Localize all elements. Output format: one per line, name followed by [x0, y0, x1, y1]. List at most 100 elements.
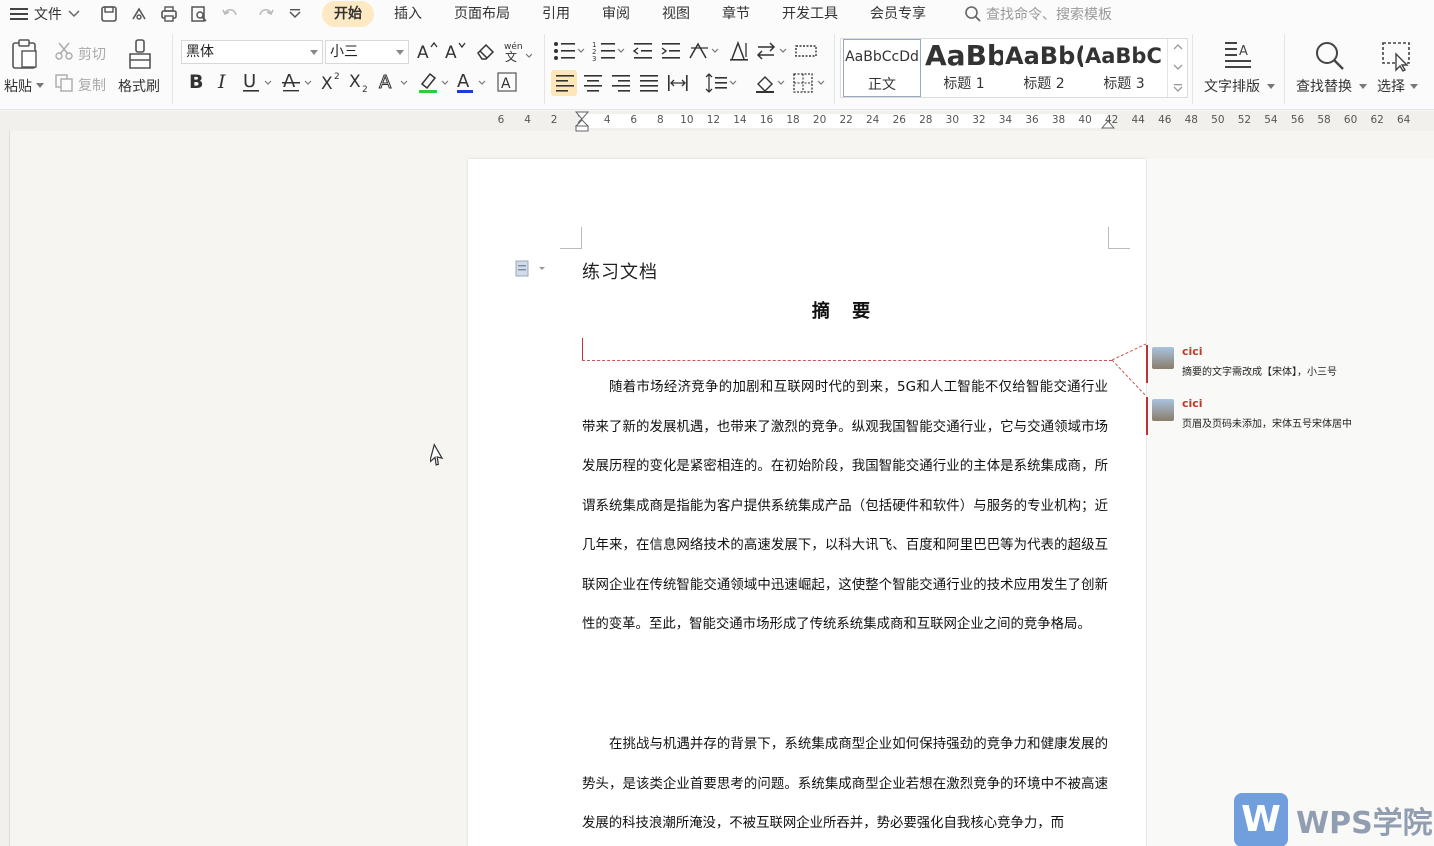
customize-qa-icon[interactable]: [288, 5, 302, 23]
borders-icon[interactable]: [792, 72, 828, 94]
font-color-icon[interactable]: A: [456, 70, 490, 94]
tab-developer[interactable]: 开发工具: [770, 1, 850, 27]
select-dropdown-icon[interactable]: [1410, 84, 1418, 90]
text-layout-dropdown-icon[interactable]: [1267, 84, 1275, 90]
subscript-icon[interactable]: X2: [348, 70, 374, 94]
svg-text:A: A: [501, 76, 511, 92]
horizontal-ruler[interactable]: 6 4 2 2 4 6 8 10 12 14 16 18 20 22 24 26 28 30 32 34 36 38 40 4…: [0, 111, 1434, 133]
sort-icon[interactable]: [728, 40, 750, 62]
ruler-number: 8: [656, 114, 664, 126]
find-replace-button[interactable]: 查找替换: [1296, 76, 1352, 96]
left-indent-marker[interactable]: [575, 111, 589, 133]
undo-icon[interactable]: [220, 5, 242, 23]
command-search[interactable]: 查找命令、搜索模板: [964, 4, 1112, 24]
shading-icon[interactable]: [754, 72, 788, 94]
style-heading-3[interactable]: AaBbC( 标题 3: [1085, 39, 1163, 97]
select-button[interactable]: 选择: [1377, 76, 1405, 96]
text-layout-button[interactable]: 文字排版: [1204, 76, 1260, 96]
tab-view[interactable]: 视图: [650, 1, 702, 27]
tab-page-layout[interactable]: 页面布局: [442, 1, 522, 27]
copy-button[interactable]: 复制: [78, 75, 106, 95]
underline-icon[interactable]: U: [242, 70, 274, 94]
paste-dropdown-icon[interactable]: [36, 83, 44, 89]
decrease-indent-icon[interactable]: [632, 40, 654, 62]
increase-indent-icon[interactable]: [660, 40, 682, 62]
find-replace-dropdown-icon[interactable]: [1359, 84, 1367, 90]
comment-1[interactable]: cici 摘要的文字需改成【宋体】，小三号: [1146, 345, 1434, 385]
align-left-icon[interactable]: [554, 72, 576, 94]
select-icon[interactable]: [1380, 40, 1412, 72]
font-size-select[interactable]: 小三: [325, 40, 409, 64]
table-line-icon[interactable]: [794, 40, 818, 62]
comment-pane: [1146, 159, 1434, 846]
comment-2[interactable]: cici 页眉及页码未添加，宋体五号宋体居中: [1146, 397, 1434, 437]
line-spacing-icon[interactable]: [704, 72, 738, 94]
decrease-font-icon[interactable]: A: [444, 41, 466, 61]
justify-icon[interactable]: [638, 72, 660, 94]
superscript-icon[interactable]: X2: [320, 70, 346, 94]
print-preview-icon[interactable]: [190, 5, 208, 23]
document-page[interactable]: 练习文档 摘 要 随着市场经济竞争的加剧和互联网时代的到来，5G和人工智能不仅给…: [468, 159, 1146, 846]
tab-insert[interactable]: 插入: [382, 1, 434, 27]
abstract-paragraph-1[interactable]: 随着市场经济竞争的加剧和互联网时代的到来，5G和人工智能不仅给智能交通行业带来了…: [582, 368, 1108, 645]
find-replace-icon[interactable]: [1314, 40, 1346, 72]
tab-references[interactable]: 引用: [530, 1, 582, 27]
document-outline-icon[interactable]: [515, 260, 549, 278]
ruler-number: 38: [1051, 114, 1066, 126]
tab-home[interactable]: 开始: [322, 1, 374, 27]
tab-chapter[interactable]: 章节: [710, 1, 762, 27]
ruler-number: 46: [1158, 114, 1172, 126]
gallery-expand-icon[interactable]: [1173, 83, 1183, 93]
save-icon[interactable]: [100, 5, 118, 23]
comment-author: cici: [1182, 345, 1203, 358]
highlight-icon[interactable]: [418, 70, 452, 94]
ruler-number: 4: [524, 114, 531, 126]
paste-button[interactable]: 粘贴: [4, 76, 32, 96]
text-effect-icon[interactable]: A: [378, 70, 412, 94]
ruler-number: 36: [1025, 114, 1039, 126]
right-indent-marker[interactable]: [1101, 114, 1115, 130]
distributed-align-icon[interactable]: [666, 72, 690, 94]
tab-review[interactable]: 审阅: [590, 1, 642, 27]
style-heading-2[interactable]: AaBb( 标题 2: [1005, 39, 1083, 97]
bullet-list-icon[interactable]: [552, 40, 586, 62]
styles-scroll[interactable]: [1167, 39, 1187, 97]
vertical-ruler[interactable]: [0, 131, 10, 846]
ruler-number: 16: [759, 114, 774, 126]
increase-font-icon[interactable]: A: [416, 41, 438, 61]
align-right-icon[interactable]: [610, 72, 632, 94]
comment-author: cici: [1182, 397, 1203, 410]
strikethrough-icon[interactable]: A: [282, 70, 314, 94]
align-center-icon[interactable]: [582, 72, 604, 94]
tab-member[interactable]: 会员专享: [858, 1, 938, 27]
format-painter-icon[interactable]: [127, 38, 153, 70]
cut-button[interactable]: 剪切: [78, 44, 106, 64]
document-title[interactable]: 练习文档: [582, 258, 658, 284]
abstract-heading[interactable]: 摘 要: [582, 297, 1108, 323]
chevron-up-icon[interactable]: [1173, 43, 1183, 51]
italic-icon[interactable]: I: [214, 70, 234, 92]
font-name-select[interactable]: 黑体: [181, 40, 323, 64]
text-layout-icon[interactable]: A: [1222, 40, 1254, 70]
phonetic-guide-icon[interactable]: wén文: [502, 40, 532, 62]
text-direction-icon[interactable]: [688, 40, 720, 62]
format-painter-button[interactable]: 格式刷: [118, 76, 160, 96]
print-icon[interactable]: [160, 5, 178, 23]
bold-icon[interactable]: B: [186, 70, 206, 92]
chevron-down-icon[interactable]: [1173, 63, 1183, 71]
char-border-icon[interactable]: A: [496, 70, 518, 94]
scissors-icon: [55, 42, 73, 60]
file-menu[interactable]: 文件: [0, 4, 92, 24]
swap-icon[interactable]: [756, 40, 788, 62]
numbered-list-icon[interactable]: 123: [592, 40, 626, 62]
style-normal[interactable]: AaBbCcDd 正文: [843, 39, 921, 97]
quick-access-toolbar: [92, 5, 310, 23]
abstract-paragraph-2[interactable]: 在挑战与机遇并存的背景下，系统集成商型企业如何保持强劲的竞争力和健康发展的势头，…: [582, 725, 1108, 844]
clear-format-icon[interactable]: [474, 41, 496, 61]
style-heading-1[interactable]: AaBb 标题 1: [925, 39, 1003, 97]
svg-text:A: A: [1239, 44, 1248, 59]
export-icon[interactable]: [130, 5, 148, 23]
ruler-number: 30: [945, 114, 960, 126]
paste-icon[interactable]: [10, 38, 40, 70]
redo-icon[interactable]: [254, 5, 276, 23]
